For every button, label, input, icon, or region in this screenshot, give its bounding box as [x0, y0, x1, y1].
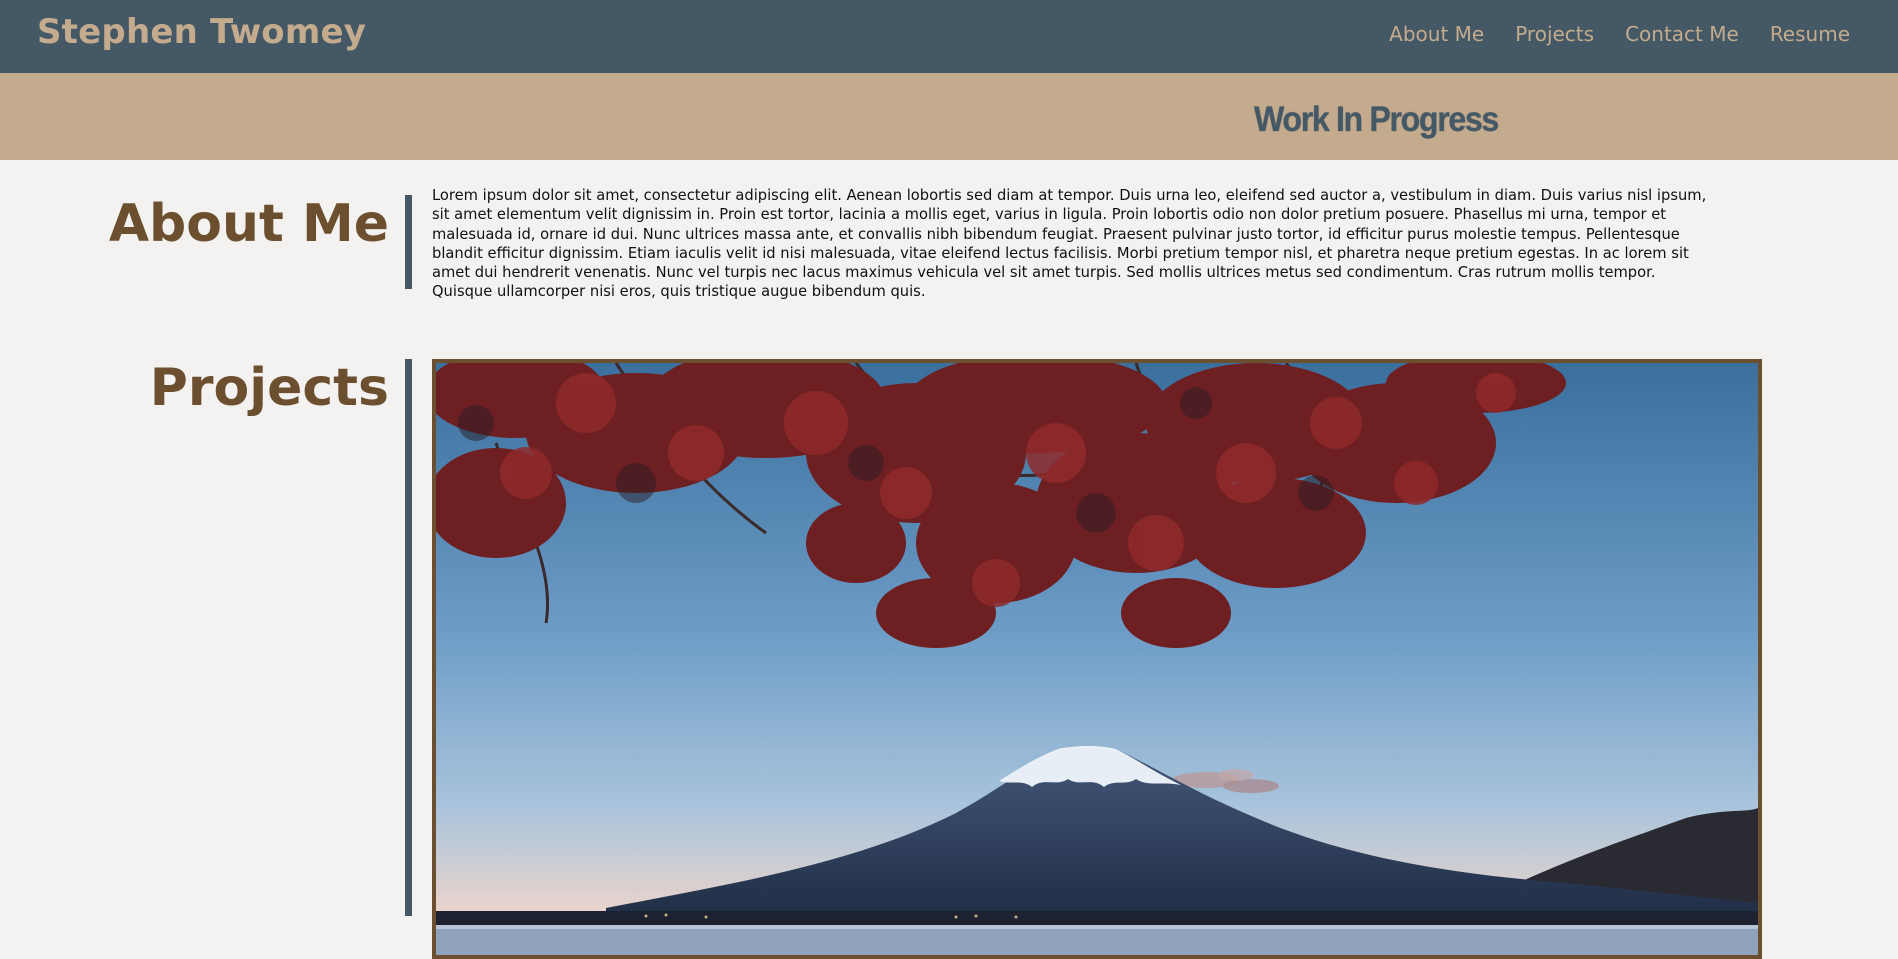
nav-link-resume[interactable]: Resume	[1770, 22, 1850, 46]
site-brand-link[interactable]: Stephen Twomey	[37, 12, 366, 52]
nav-links: About Me Projects Contact Me Resume	[1389, 22, 1850, 46]
nav-link-contact-me[interactable]: Contact Me	[1625, 22, 1739, 46]
projects-heading: Projects	[149, 358, 389, 418]
project-image[interactable]	[432, 359, 1762, 959]
about-me-text: Lorem ipsum dolor sit amet, consectetur …	[432, 187, 1707, 301]
projects-divider-bar	[405, 359, 412, 916]
work-in-progress-banner: Work In Progress	[0, 73, 1898, 160]
about-divider-bar	[405, 195, 412, 289]
nav-link-projects[interactable]: Projects	[1515, 22, 1594, 46]
mount-fuji-photo	[436, 363, 1758, 955]
navbar: Stephen Twomey About Me Projects Contact…	[0, 0, 1898, 73]
about-me-heading: About Me	[108, 194, 389, 254]
nav-link-about-me[interactable]: About Me	[1389, 22, 1484, 46]
banner-text: Work In Progress	[1254, 100, 1499, 139]
